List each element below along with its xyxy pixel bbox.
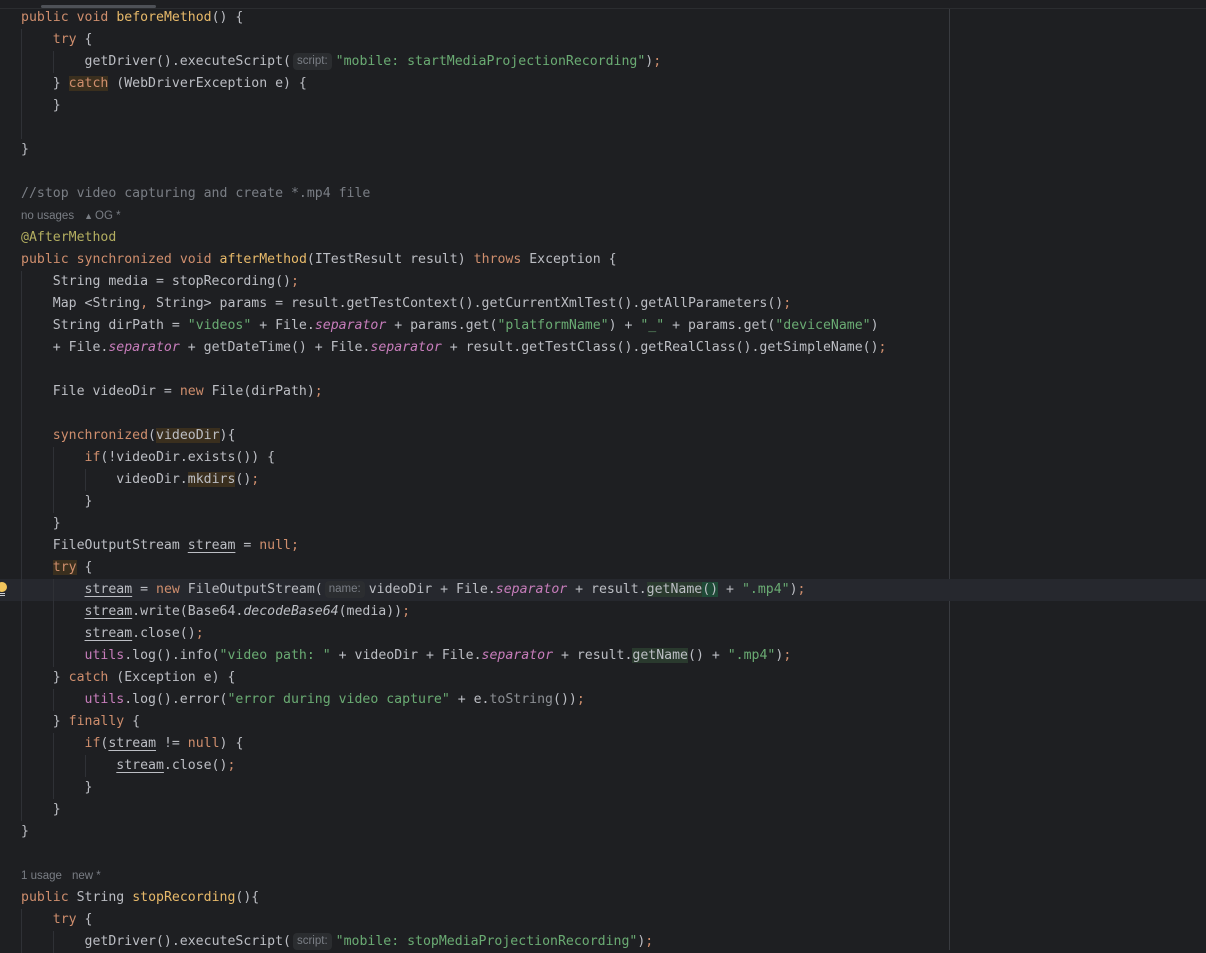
code-line: + File.separator + getDateTime() + File.… xyxy=(0,337,949,359)
code-line: utils.log().info("video path: " + videoD… xyxy=(0,645,949,667)
code-editor[interactable]: public void beforeMethod() { try { getDr… xyxy=(0,7,1206,953)
code-line: utils.log().error("error during video ca… xyxy=(0,689,949,711)
code-line: } xyxy=(21,824,29,839)
person-icon: ▲ xyxy=(84,211,93,221)
code-line: try { xyxy=(0,557,949,579)
method-name[interactable]: stopRecording xyxy=(132,890,235,905)
parameter-hint: name: xyxy=(324,581,365,598)
code-line: } xyxy=(0,799,949,821)
code-line: getDriver().executeScript(script: "mobile… xyxy=(0,51,949,73)
code-line: String media = stopRecording(); xyxy=(0,271,949,293)
code-line: if(stream != null) { xyxy=(0,733,949,755)
code-line: //stop video capturing and create *.mp4 … xyxy=(0,183,949,205)
code-line: @AfterMethod xyxy=(0,227,949,249)
code-line: synchronized(videoDir){ xyxy=(0,425,949,447)
code-line: } xyxy=(0,491,949,513)
code-line: try { xyxy=(0,29,949,51)
usages-count[interactable]: no usages xyxy=(21,210,74,222)
method-name[interactable]: beforeMethod xyxy=(116,10,211,25)
text-cursor-position: () xyxy=(702,582,719,597)
code-line: } xyxy=(0,777,949,799)
parameter-hint: script: xyxy=(292,933,332,950)
code-line: if(!videoDir.exists()) { xyxy=(0,447,949,469)
code-line: try { xyxy=(0,909,949,931)
current-code-line: stream = new FileOutputStream(name: video… xyxy=(0,579,1206,601)
code-line: public synchronized void afterMethod(ITe… xyxy=(21,252,617,267)
code-line: videoDir.mkdirs(); xyxy=(0,469,949,491)
code-line: } finally { xyxy=(0,711,949,733)
method-name[interactable]: afterMethod xyxy=(220,252,307,267)
code-line: FileOutputStream stream = null; xyxy=(0,535,949,557)
code-line xyxy=(0,359,949,381)
code-line xyxy=(0,117,949,139)
lightbulb-icon[interactable] xyxy=(0,582,7,592)
code-vision-hint[interactable]: no usages ▲ OG * xyxy=(0,205,949,227)
code-line: stream.close(); xyxy=(0,755,949,777)
code-line: File videoDir = new File(dirPath); xyxy=(0,381,949,403)
code-line: Map <String, String> params = result.get… xyxy=(0,293,949,315)
right-margin-guide xyxy=(949,9,950,950)
code-line: } xyxy=(21,142,29,157)
code-line: } catch (Exception e) { xyxy=(0,667,949,689)
code-line: String dirPath = "videos" + File.separat… xyxy=(0,315,949,337)
code-comment: //stop video capturing and create *.mp4 … xyxy=(21,186,371,201)
code-line: } xyxy=(0,95,949,117)
code-line: stream.close(); xyxy=(0,623,949,645)
code-line: } xyxy=(0,513,949,535)
code-line: public void beforeMethod() { xyxy=(21,10,244,25)
code-line xyxy=(0,403,949,425)
parameter-hint: script: xyxy=(292,53,332,70)
code-vision-hint[interactable]: 1 usage new * xyxy=(0,865,949,887)
code-line: stream.write(Base64.decodeBase64(media))… xyxy=(0,601,949,623)
code-line: } catch (WebDriverException e) { xyxy=(0,73,949,95)
author-label[interactable]: new * xyxy=(72,870,101,882)
usages-count[interactable]: 1 usage xyxy=(21,870,62,882)
author-label[interactable]: OG * xyxy=(95,210,121,222)
code-line: public String stopRecording(){ xyxy=(21,890,260,905)
annotation: @AfterMethod xyxy=(21,230,117,245)
